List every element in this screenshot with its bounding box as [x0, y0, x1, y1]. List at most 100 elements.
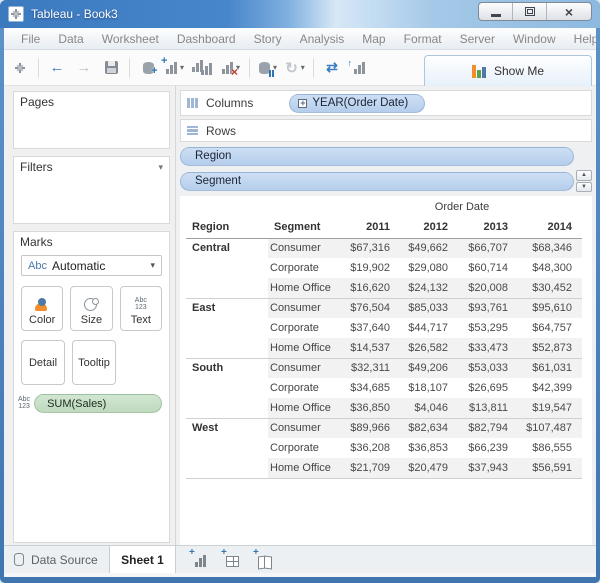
- sheet1-tab[interactable]: Sheet 1: [110, 546, 176, 573]
- menu-item-worksheet[interactable]: Worksheet: [93, 32, 168, 46]
- value-cell[interactable]: $56,591: [518, 458, 582, 478]
- menu-item-format[interactable]: Format: [395, 32, 451, 46]
- value-cell[interactable]: $33,473: [458, 338, 518, 358]
- caret-down-icon[interactable]: ▾: [180, 63, 184, 72]
- value-cell[interactable]: $61,031: [518, 358, 582, 378]
- value-cell[interactable]: $19,902: [342, 258, 400, 278]
- value-cell[interactable]: $93,761: [458, 298, 518, 318]
- region-cell[interactable]: South: [186, 358, 268, 378]
- value-cell[interactable]: $82,634: [400, 418, 458, 438]
- region-cell[interactable]: [186, 458, 268, 478]
- value-cell[interactable]: $36,850: [342, 398, 400, 418]
- menu-item-dashboard[interactable]: Dashboard: [168, 32, 245, 46]
- value-cell[interactable]: $36,853: [400, 438, 458, 458]
- header-region[interactable]: Region: [186, 216, 268, 238]
- sort-ascending-button[interactable]: ↑: [349, 56, 369, 80]
- new-worksheet-tab-button[interactable]: +: [192, 552, 209, 567]
- value-cell[interactable]: $34,685: [342, 378, 400, 398]
- menu-item-story[interactable]: Story: [245, 32, 291, 46]
- order-date-spanner[interactable]: Order Date: [342, 198, 582, 216]
- tableau-start-icon[interactable]: [10, 56, 30, 80]
- title-bar[interactable]: Tableau - Book3 ×: [0, 0, 600, 28]
- value-cell[interactable]: $20,008: [458, 278, 518, 298]
- filters-shelf[interactable]: Filters ▾: [13, 156, 170, 224]
- segment-cell[interactable]: Consumer: [268, 298, 342, 318]
- segment-pill[interactable]: Segment: [180, 172, 574, 191]
- value-cell[interactable]: $21,709: [342, 458, 400, 478]
- close-button[interactable]: ×: [547, 3, 591, 20]
- value-cell[interactable]: $49,662: [400, 238, 458, 258]
- region-cell[interactable]: Central: [186, 238, 268, 258]
- value-cell[interactable]: $107,487: [518, 418, 582, 438]
- plus-box-icon[interactable]: +: [298, 99, 307, 108]
- segment-cell[interactable]: Corporate: [268, 258, 342, 278]
- value-cell[interactable]: $85,033: [400, 298, 458, 318]
- segment-cell[interactable]: Consumer: [268, 238, 342, 258]
- menu-item-map[interactable]: Map: [353, 32, 394, 46]
- text-button[interactable]: Abc123 Text: [120, 286, 162, 331]
- header-2013[interactable]: 2013: [458, 216, 518, 238]
- run-update-button[interactable]: ↻ ▾: [285, 56, 305, 80]
- value-cell[interactable]: $86,555: [518, 438, 582, 458]
- value-cell[interactable]: $13,811: [458, 398, 518, 418]
- value-cell[interactable]: $37,943: [458, 458, 518, 478]
- new-datasource-button[interactable]: +: [138, 56, 158, 80]
- value-cell[interactable]: $67,316: [342, 238, 400, 258]
- value-cell[interactable]: $89,966: [342, 418, 400, 438]
- header-2012[interactable]: 2012: [400, 216, 458, 238]
- value-cell[interactable]: $60,714: [458, 258, 518, 278]
- value-cell[interactable]: $52,873: [518, 338, 582, 358]
- region-cell[interactable]: East: [186, 298, 268, 318]
- menu-item-server[interactable]: Server: [451, 32, 504, 46]
- region-cell[interactable]: [186, 438, 268, 458]
- region-cell[interactable]: [186, 378, 268, 398]
- scroll-down-button[interactable]: ▼: [576, 182, 592, 193]
- value-cell[interactable]: $30,452: [518, 278, 582, 298]
- value-cell[interactable]: $66,239: [458, 438, 518, 458]
- header-segment[interactable]: Segment: [268, 216, 342, 238]
- value-cell[interactable]: $53,033: [458, 358, 518, 378]
- maximize-button[interactable]: [513, 3, 547, 20]
- value-cell[interactable]: $66,707: [458, 238, 518, 258]
- value-cell[interactable]: $68,346: [518, 238, 582, 258]
- filters-caret-icon[interactable]: ▾: [158, 162, 163, 173]
- tooltip-button[interactable]: Tooltip: [72, 340, 116, 385]
- region-cell[interactable]: [186, 278, 268, 298]
- caret-down-icon[interactable]: ▾: [301, 63, 305, 72]
- value-cell[interactable]: $64,757: [518, 318, 582, 338]
- segment-cell[interactable]: Home Office: [268, 398, 342, 418]
- redo-button[interactable]: →: [74, 56, 94, 80]
- color-button[interactable]: Color: [21, 286, 63, 331]
- menu-item-data[interactable]: Data: [49, 32, 92, 46]
- save-button[interactable]: [101, 56, 121, 80]
- sum-sales-pill[interactable]: SUM(Sales): [34, 394, 162, 413]
- value-cell[interactable]: $36,208: [342, 438, 400, 458]
- new-worksheet-button[interactable]: + ▾: [165, 56, 185, 80]
- pause-auto-updates-button[interactable]: ▾: [258, 56, 278, 80]
- value-cell[interactable]: $4,046: [400, 398, 458, 418]
- value-cell[interactable]: $24,132: [400, 278, 458, 298]
- segment-cell[interactable]: Corporate: [268, 318, 342, 338]
- value-cell[interactable]: $53,295: [458, 318, 518, 338]
- new-dashboard-button[interactable]: +: [224, 552, 241, 567]
- segment-cell[interactable]: Corporate: [268, 438, 342, 458]
- value-cell[interactable]: $44,717: [400, 318, 458, 338]
- segment-cell[interactable]: Home Office: [268, 278, 342, 298]
- segment-cell[interactable]: Consumer: [268, 418, 342, 438]
- mark-type-dropdown[interactable]: Abc Automatic ▾: [21, 255, 162, 276]
- value-cell[interactable]: $37,640: [342, 318, 400, 338]
- region-cell[interactable]: [186, 318, 268, 338]
- value-cell[interactable]: $49,206: [400, 358, 458, 378]
- header-2014[interactable]: 2014: [518, 216, 582, 238]
- region-cell[interactable]: West: [186, 418, 268, 438]
- marks-card[interactable]: Marks Abc Automatic ▾ Color Size: [13, 231, 170, 543]
- menu-item-window[interactable]: Window: [504, 32, 565, 46]
- menu-item-file[interactable]: File: [12, 32, 49, 46]
- value-cell[interactable]: $48,300: [518, 258, 582, 278]
- scroll-up-button[interactable]: ▲: [576, 170, 592, 181]
- value-cell[interactable]: $32,311: [342, 358, 400, 378]
- undo-button[interactable]: ←: [47, 56, 67, 80]
- value-cell[interactable]: $42,399: [518, 378, 582, 398]
- segment-cell[interactable]: Home Office: [268, 458, 342, 478]
- new-story-button[interactable]: +: [256, 552, 273, 567]
